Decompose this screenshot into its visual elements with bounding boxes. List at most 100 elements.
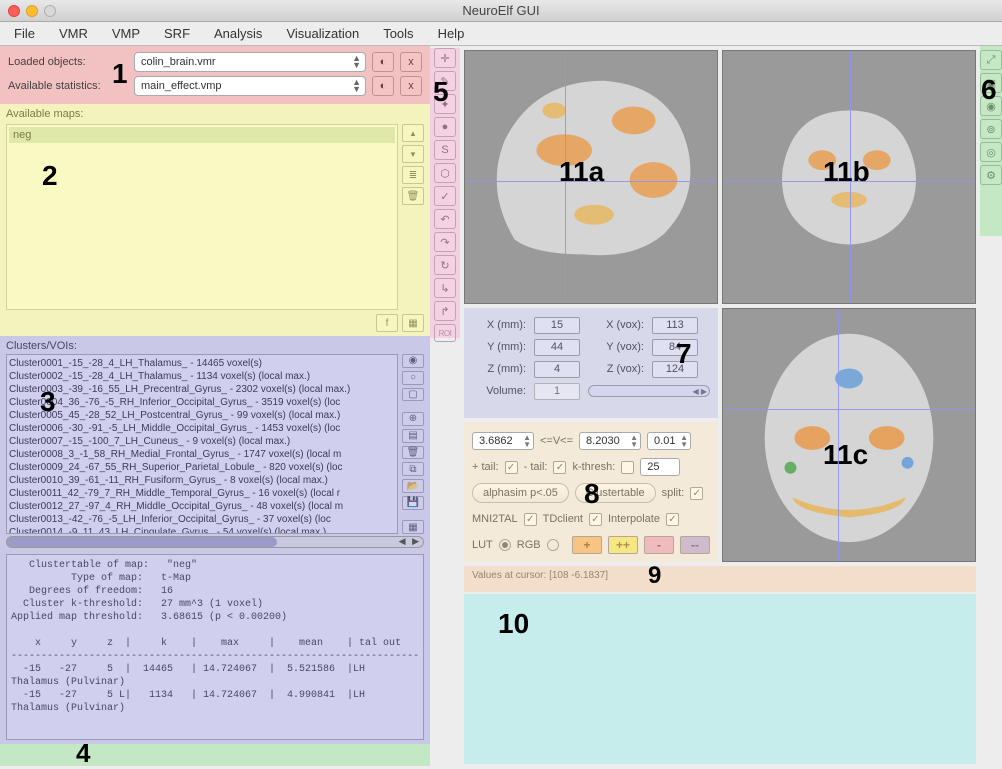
map-grid-button[interactable]: ▦ <box>402 314 424 332</box>
volume-slider[interactable]: ◀ ▶ <box>588 385 710 397</box>
split-checkbox[interactable]: ✓ <box>690 487 703 500</box>
volume-value[interactable]: 1 <box>534 383 580 400</box>
menu-analysis[interactable]: Analysis <box>204 23 272 44</box>
brain-view-sagittal[interactable]: 11a <box>464 50 718 304</box>
map-move-up-button[interactable]: ▲ <box>402 124 424 142</box>
x-mm-value[interactable]: 15 <box>534 317 580 334</box>
cluster-props-button[interactable]: ▤ <box>402 429 424 443</box>
map-item-neg[interactable]: neg <box>9 127 395 143</box>
threshold-p-input[interactable]: 0.01▲▼ <box>647 432 691 450</box>
cluster-list-item[interactable]: Cluster0009_24_-67_55_RH_Superior_Pariet… <box>9 461 395 474</box>
annotation-5: 5 <box>433 76 449 108</box>
cluster-list-item[interactable]: Cluster0007_-15_-100_7_LH_Cuneus_ - 9 vo… <box>9 435 395 448</box>
cluster-list[interactable]: Cluster0001_-15_-28_4_LH_Thalamus_ - 144… <box>6 354 398 534</box>
view-target-icon[interactable]: ⊚ <box>980 119 1002 139</box>
color-plus-button[interactable]: + <box>572 536 602 554</box>
available-maps-list[interactable]: neg <box>6 124 398 310</box>
alphasim-button[interactable]: alphasim p<.05 <box>472 483 569 503</box>
cluster-tool-cube-icon[interactable]: ▢ <box>402 388 424 402</box>
cluster-list-item[interactable]: Cluster0002_-15_-28_4_LH_Thalamus_ - 113… <box>9 370 395 383</box>
cluster-grid-button[interactable]: ▦ <box>402 520 424 534</box>
cluster-open-button[interactable]: 📂 <box>402 479 424 493</box>
cluster-list-item[interactable]: Cluster0008_3_-1_58_RH_Medial_Frontal_Gy… <box>9 448 395 461</box>
color-dminus-button[interactable]: -- <box>680 536 710 554</box>
menu-help[interactable]: Help <box>428 23 475 44</box>
map-list-button[interactable]: ≣ <box>402 166 424 184</box>
export-tool-icon[interactable]: ↱ <box>434 301 456 321</box>
loaded-objects-close-button[interactable]: x <box>400 52 422 72</box>
import-tool-icon[interactable]: ↳ <box>434 278 456 298</box>
polygon-tool-icon[interactable]: ⬡ <box>434 163 456 183</box>
x-vox-value[interactable]: 113 <box>652 317 698 334</box>
brain-view-coronal[interactable]: 11b <box>722 50 976 304</box>
reload-tool-icon[interactable]: ↻ <box>434 255 456 275</box>
view-expand-icon[interactable]: ⤢ <box>980 50 1002 70</box>
y-vox-label: Y (vox): <box>588 341 644 353</box>
available-stats-close-button[interactable]: x <box>400 76 422 96</box>
redo-tool-icon[interactable]: ↷ <box>434 232 456 252</box>
menu-vmr[interactable]: VMR <box>49 23 98 44</box>
loaded-objects-dropdown[interactable]: colin_brain.vmr ▲▼ <box>134 52 366 72</box>
threshold-range-label: <=V<= <box>540 435 573 447</box>
cluster-list-item[interactable]: Cluster0010_39_-61_-11_RH_Fusiform_Gyrus… <box>9 474 395 487</box>
annotation-2: 2 <box>42 160 58 192</box>
rgb-label: RGB <box>517 539 541 551</box>
annotation-3: 3 <box>40 386 56 418</box>
view-dot-icon[interactable]: ◎ <box>980 142 1002 162</box>
menu-srf[interactable]: SRF <box>154 23 200 44</box>
view-gear-icon[interactable]: ⚙ <box>980 165 1002 185</box>
updown-icon: ▲▼ <box>352 55 361 69</box>
undo-tool-icon[interactable]: ↶ <box>434 209 456 229</box>
s-tool-icon[interactable]: S <box>434 140 456 160</box>
menu-vmp[interactable]: VMP <box>102 23 150 44</box>
cluster-tool-circle-icon[interactable]: ○ <box>402 371 424 385</box>
accept-tool-icon[interactable]: ✓ <box>434 186 456 206</box>
color-dplus-button[interactable]: ++ <box>608 536 638 554</box>
lut-radio[interactable] <box>499 539 511 551</box>
loaded-objects-info-button[interactable]: ◐ <box>372 52 394 72</box>
tdclient-checkbox[interactable]: ✓ <box>589 513 602 526</box>
rgb-radio[interactable] <box>547 539 559 551</box>
cluster-trash-button[interactable]: 🗑 <box>402 446 424 460</box>
cluster-list-item[interactable]: Cluster0005_45_-28_52_LH_Postcentral_Gyr… <box>9 409 395 422</box>
threshold-low-input[interactable]: 3.6862▲▼ <box>472 432 534 450</box>
color-minus-button[interactable]: - <box>644 536 674 554</box>
menu-tools[interactable]: Tools <box>373 23 423 44</box>
kthresh-checkbox[interactable] <box>621 461 634 474</box>
circle-tool-icon[interactable]: ● <box>434 117 456 137</box>
cluster-list-item[interactable]: Cluster0006_-30_-91_-5_LH_Middle_Occipit… <box>9 422 395 435</box>
cluster-list-item[interactable]: Cluster0004_36_-76_-5_RH_Inferior_Occipi… <box>9 396 395 409</box>
menu-file[interactable]: File <box>4 23 45 44</box>
cluster-list-item[interactable]: Cluster0011_42_-79_7_RH_Middle_Temporal_… <box>9 487 395 500</box>
map-move-down-button[interactable]: ▼ <box>402 145 424 163</box>
cluster-list-item[interactable]: Cluster0001_-15_-28_4_LH_Thalamus_ - 144… <box>9 357 395 370</box>
cluster-zoom-button[interactable]: ⊕ <box>402 412 424 426</box>
threshold-high-input[interactable]: 8.2030▲▼ <box>579 432 641 450</box>
y-mm-value[interactable]: 44 <box>534 339 580 356</box>
cluster-list-item[interactable]: Cluster0014_-9_11_43_LH_Cingulate_Gyrus_… <box>9 526 395 534</box>
cluster-save-button[interactable]: 💾 <box>402 496 424 510</box>
cluster-log[interactable]: Clustertable of map: "neg" Type of map: … <box>6 554 424 740</box>
available-stats-dropdown[interactable]: main_effect.vmp ▲▼ <box>134 76 366 96</box>
cluster-list-item[interactable]: Cluster0003_-39_-16_55_LH_Precentral_Gyr… <box>9 383 395 396</box>
available-stats-info-button[interactable]: ◐ <box>372 76 394 96</box>
map-delete-button[interactable]: 🗑 <box>402 187 424 205</box>
annotation-1: 1 <box>112 58 128 90</box>
minustail-checkbox[interactable]: ✓ <box>553 461 566 474</box>
roi-tool-icon[interactable]: ROI <box>434 324 456 342</box>
kthresh-value-input[interactable]: 25 <box>640 458 680 476</box>
mni2tal-checkbox[interactable]: ✓ <box>524 513 537 526</box>
cluster-copy-button[interactable]: ⧉ <box>402 462 424 476</box>
panel-thresholds: 8 3.6862▲▼ <=V<= 8.2030▲▼ 0.01▲▼ + tail:… <box>464 422 718 562</box>
interpolate-checkbox[interactable]: ✓ <box>666 513 679 526</box>
cluster-scroll[interactable]: ◀ ▶ <box>6 536 424 548</box>
cluster-list-item[interactable]: Cluster0012_27_-97_4_RH_Middle_Occipital… <box>9 500 395 513</box>
menu-visualization[interactable]: Visualization <box>276 23 369 44</box>
cluster-list-item[interactable]: Cluster0013_-42_-76_-5_LH_Inferior_Occip… <box>9 513 395 526</box>
map-formula-button[interactable]: f <box>376 314 398 332</box>
crosshair-tool-icon[interactable]: ✛ <box>434 48 456 68</box>
brain-view-axial[interactable]: 11c <box>722 308 976 562</box>
cluster-tool-globe-icon[interactable]: ◉ <box>402 354 424 368</box>
z-mm-value[interactable]: 4 <box>534 361 580 378</box>
plustail-checkbox[interactable]: ✓ <box>505 461 518 474</box>
